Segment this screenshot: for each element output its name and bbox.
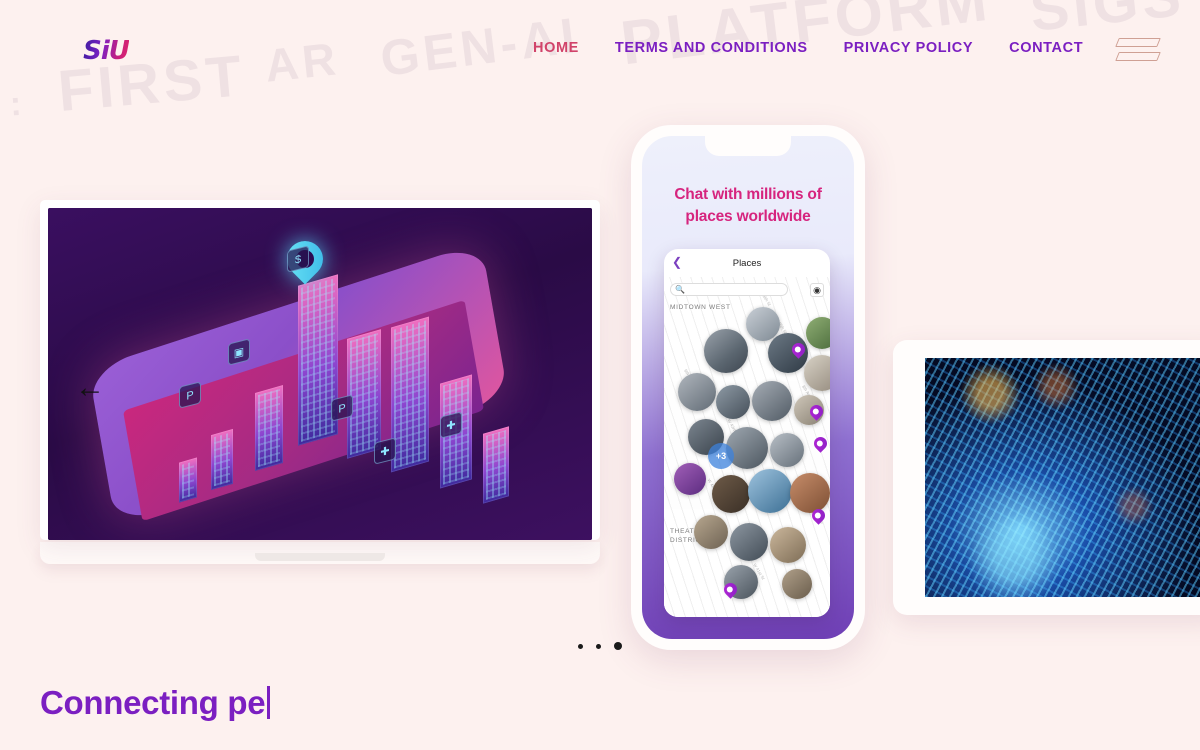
place-thumbnail[interactable] <box>712 475 750 513</box>
hero-headline: Connecting pe <box>40 683 271 723</box>
hamburger-bar-1 <box>1115 37 1161 47</box>
places-app-title: Places <box>732 257 762 269</box>
place-thumbnail[interactable] <box>694 515 728 549</box>
map-search-input[interactable]: 🔍 <box>670 283 788 296</box>
carousel-dot-2[interactable] <box>596 643 601 649</box>
place-thumbnail[interactable] <box>752 381 792 421</box>
map-label-midtown-west: MIDTOWN WEST <box>670 304 731 311</box>
carousel-dot-3[interactable] <box>614 642 622 650</box>
crosshair-icon[interactable]: ◉ <box>810 283 824 297</box>
laptop-trackpad-notch <box>255 553 385 561</box>
place-thumbnail[interactable] <box>770 433 804 467</box>
chevron-left-icon[interactable]: ❮ <box>672 256 682 268</box>
phone-notch <box>705 136 791 156</box>
places-app-header: ❮ Places <box>664 249 830 277</box>
nav-item-home[interactable]: HOME <box>515 40 597 56</box>
site-header: SiU HOME TERMS AND CONDITIONS PRIVACY PO… <box>0 0 1200 100</box>
nav-item-privacy-policy[interactable]: PRIVACY POLICY <box>826 40 992 56</box>
logo-text: SiU <box>83 36 130 66</box>
hero-headline-text: Connecting pe <box>40 684 266 721</box>
place-thumbnail[interactable] <box>716 385 750 419</box>
laptop-mockup[interactable]: $ ▣ P P ✚ ✚ ← <box>40 200 600 564</box>
place-thumbnail[interactable] <box>782 569 812 599</box>
nav-item-contact[interactable]: CONTACT <box>991 40 1101 56</box>
carousel-dot-1[interactable] <box>578 643 583 649</box>
carousel-pagination <box>0 642 1200 650</box>
hamburger-icon[interactable] <box>1115 33 1161 65</box>
places-map[interactable]: 🔍 ◉ MIDTOWN WEST THEATER DISTRICT W 48th … <box>664 277 830 617</box>
place-thumbnail[interactable] <box>726 427 768 469</box>
place-thumbnail[interactable] <box>674 463 706 495</box>
phone-headline-line-1: Chat with millions of <box>674 186 822 203</box>
iso-building <box>390 316 429 473</box>
iso-building <box>254 384 283 471</box>
iso-building <box>483 426 510 504</box>
place-thumbnail[interactable] <box>704 329 748 373</box>
places-app-card: ❮ Places 🔍 ◉ MIDTOWN WEST THEATER DISTRIC… <box>664 249 830 617</box>
site-logo[interactable]: SiU <box>83 36 130 66</box>
place-thumbnail[interactable] <box>746 307 780 341</box>
main-navigation: HOME TERMS AND CONDITIONS PRIVACY POLICY… <box>515 40 1101 56</box>
iso-building <box>178 457 197 503</box>
place-cluster-badge[interactable]: +3 <box>708 443 734 469</box>
laptop-artwork-isometric-city: $ ▣ P P ✚ ✚ <box>48 208 592 540</box>
phone-screen: Chat with millions of places worldwide ❮… <box>642 136 854 639</box>
hero-carousel: $ ▣ P P ✚ ✚ ← Chat with millions of plac… <box>0 100 1200 660</box>
iso-building <box>347 328 382 459</box>
place-thumbnail[interactable] <box>806 317 830 349</box>
search-icon: 🔍 <box>675 284 685 294</box>
tablet-mockup[interactable] <box>893 340 1200 615</box>
place-thumbnail[interactable] <box>790 473 830 513</box>
place-thumbnail[interactable] <box>730 523 768 561</box>
tablet-artwork-digital-circuit <box>925 358 1200 597</box>
carousel-prev-button[interactable]: ← <box>70 368 110 408</box>
laptop-screen: $ ▣ P P ✚ ✚ ← <box>40 200 600 540</box>
hamburger-bar-2 <box>1115 51 1161 61</box>
phone-mockup[interactable]: Chat with millions of places worldwide ❮… <box>631 125 865 650</box>
place-thumbnail[interactable] <box>748 469 792 513</box>
place-thumbnail[interactable] <box>770 527 806 563</box>
iso-building <box>211 428 234 491</box>
phone-headline: Chat with millions of places worldwide <box>642 184 854 228</box>
text-cursor <box>267 686 271 720</box>
place-thumbnail[interactable] <box>678 373 716 411</box>
nav-item-terms-and-conditions[interactable]: TERMS AND CONDITIONS <box>597 40 826 56</box>
laptop-base <box>40 542 600 564</box>
phone-headline-line-2: places worldwide <box>685 208 811 225</box>
